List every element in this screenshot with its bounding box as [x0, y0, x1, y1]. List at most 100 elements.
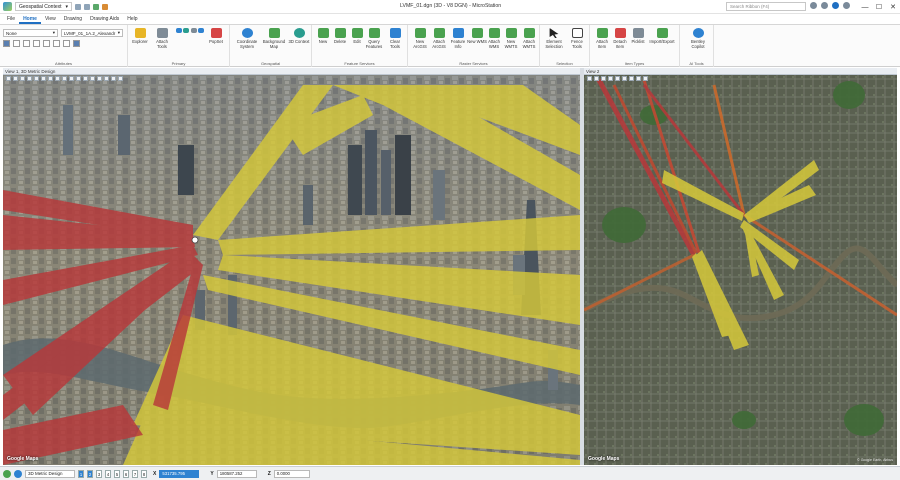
view-tool-icon[interactable] [27, 76, 32, 81]
import-export-button[interactable]: Import/Export [647, 28, 677, 44]
view-toggle-3[interactable]: 3 [96, 469, 102, 478]
view-1-3d[interactable]: View 1, 3D Metric Design Google Maps [3, 68, 580, 465]
status-blue-icon[interactable] [14, 469, 22, 478]
close-button[interactable]: ✕ [886, 0, 900, 14]
view-tool-icon[interactable] [643, 76, 648, 81]
3d-context-button[interactable]: 3D Context [288, 28, 310, 44]
view-tool-icon[interactable] [48, 76, 53, 81]
view-toggle-6[interactable]: 6 [123, 469, 129, 478]
view-toggle-4[interactable]: 4 [105, 469, 111, 478]
element-selection-button[interactable]: Element Selection [543, 28, 565, 49]
view-tool-icon[interactable] [587, 76, 592, 81]
view-tool-icon[interactable] [104, 76, 109, 81]
satellite-map[interactable] [584, 75, 897, 465]
account-icon[interactable] [810, 2, 817, 9]
view-tool-icon[interactable] [615, 76, 620, 81]
new-feature-icon [317, 28, 329, 38]
tab-drawing[interactable]: Drawing [60, 14, 86, 24]
tab-file[interactable]: File [3, 14, 19, 24]
attach-item-button[interactable]: Attach Item [592, 28, 612, 49]
coordinate-system-button[interactable]: Coordinate System [234, 28, 260, 49]
line-style-picker[interactable] [13, 40, 20, 47]
status-green-icon[interactable] [3, 469, 11, 478]
z-coordinate-field[interactable]: 0.0000 [273, 469, 310, 478]
attach-arcgis-button[interactable]: Attach ArcGIS [429, 28, 449, 49]
popset-button[interactable]: PopSet [206, 28, 226, 44]
view-tool-icon[interactable] [629, 76, 634, 81]
new-arcgis-button[interactable]: New ArcGIS [410, 28, 430, 49]
view-toggle-2[interactable]: 2 [87, 469, 93, 478]
view-tool-icon[interactable] [69, 76, 74, 81]
view-tool-icon[interactable] [55, 76, 60, 81]
view-1-title-bar[interactable]: View 1, 3D Metric Design [3, 68, 580, 75]
notifications-icon[interactable] [821, 2, 828, 9]
view-tool-icon[interactable] [83, 76, 88, 81]
feature-info-button[interactable]: Feature Info [448, 28, 468, 49]
view-tool-icon[interactable] [41, 76, 46, 81]
view-tool-icon[interactable] [6, 76, 11, 81]
query-features-button[interactable]: Query Features [364, 28, 384, 49]
y-coordinate-field[interactable]: 180587.252 [216, 469, 257, 478]
fill-color-picker[interactable] [73, 40, 80, 47]
tab-home[interactable]: Home [19, 14, 41, 24]
fence-tools-button[interactable]: Fence Tools [566, 28, 588, 49]
settings-icon[interactable] [843, 2, 850, 9]
color-picker[interactable] [3, 40, 10, 47]
level-dropdown[interactable]: None ▾ [3, 29, 58, 37]
help-icon[interactable] [832, 2, 839, 9]
attach-tools-button[interactable]: Attach Tools [152, 28, 172, 49]
small-tool-icon[interactable] [190, 28, 197, 33]
minimize-button[interactable]: — [858, 0, 872, 14]
bentley-copilot-button[interactable]: Bentley Copilot [686, 28, 710, 49]
transparency-picker[interactable] [33, 40, 40, 47]
new-wmts-button[interactable]: New WMTS [501, 28, 521, 49]
picklist-button[interactable]: Picklist [628, 28, 648, 44]
view-tool-icon[interactable] [111, 76, 116, 81]
maximize-button[interactable]: ☐ [872, 0, 886, 14]
small-tool-icon[interactable] [176, 28, 183, 33]
x-coordinate-field[interactable]: 531735.795 [159, 469, 200, 478]
view-tool-icon[interactable] [62, 76, 67, 81]
small-tool-icon[interactable] [183, 28, 190, 33]
view-tool-icon[interactable] [601, 76, 606, 81]
tab-help[interactable]: Help [123, 14, 141, 24]
view-toggle-7[interactable]: 7 [132, 469, 138, 478]
quick-access-save-icon[interactable] [84, 3, 91, 10]
background-map-button[interactable]: Background Map [261, 28, 287, 49]
template-picker[interactable] [63, 40, 70, 47]
workflow-context-dropdown[interactable]: Geospatial Context ▾ [15, 2, 73, 11]
active-model-dropdown[interactable]: 3D Metric Design [25, 469, 75, 478]
tab-view[interactable]: View [41, 14, 60, 24]
view-tool-icon[interactable] [608, 76, 613, 81]
attach-wmts-button[interactable]: Attach WMTS [519, 28, 539, 49]
view-toggle-1[interactable]: 1 [78, 469, 84, 478]
view-2-map[interactable]: View 2 Google Maps © Google Earth, Airbu… [584, 68, 897, 465]
small-tool-icon[interactable] [197, 28, 204, 33]
clear-tools-button[interactable]: Clear Tools [385, 28, 405, 49]
quick-access-open-icon[interactable] [75, 3, 82, 10]
line-weight-picker[interactable] [23, 40, 30, 47]
model-dropdown[interactable]: LVMF_01_1A.2_Alexandr ▾ [61, 29, 123, 37]
view-tool-icon[interactable] [76, 76, 81, 81]
view-toggle-5[interactable]: 5 [114, 469, 120, 478]
view-tool-icon[interactable] [13, 76, 18, 81]
explorer-button[interactable]: Explorer [130, 28, 150, 44]
view-2-title-bar[interactable]: View 2 [584, 68, 897, 75]
class-picker[interactable] [53, 40, 60, 47]
quick-access-undo-icon[interactable] [93, 3, 100, 10]
view-tool-icon[interactable] [97, 76, 102, 81]
3d-city-scene[interactable] [3, 75, 580, 465]
tab-drawing-aids[interactable]: Drawing Aids [86, 14, 123, 24]
view-tool-icon[interactable] [34, 76, 39, 81]
view-tool-icon[interactable] [594, 76, 599, 81]
view-tool-icon[interactable] [636, 76, 641, 81]
view-tool-icon[interactable] [622, 76, 627, 81]
view-toggle-8[interactable]: 8 [141, 469, 147, 478]
detach-item-button[interactable]: Detach Item [610, 28, 630, 49]
priority-picker[interactable] [43, 40, 50, 47]
view-tool-icon[interactable] [90, 76, 95, 81]
quick-access-redo-icon[interactable] [102, 3, 109, 10]
view-tool-icon[interactable] [118, 76, 123, 81]
ribbon-search-input[interactable]: Search Ribbon (F4) [726, 2, 806, 11]
view-tool-icon[interactable] [20, 76, 25, 81]
